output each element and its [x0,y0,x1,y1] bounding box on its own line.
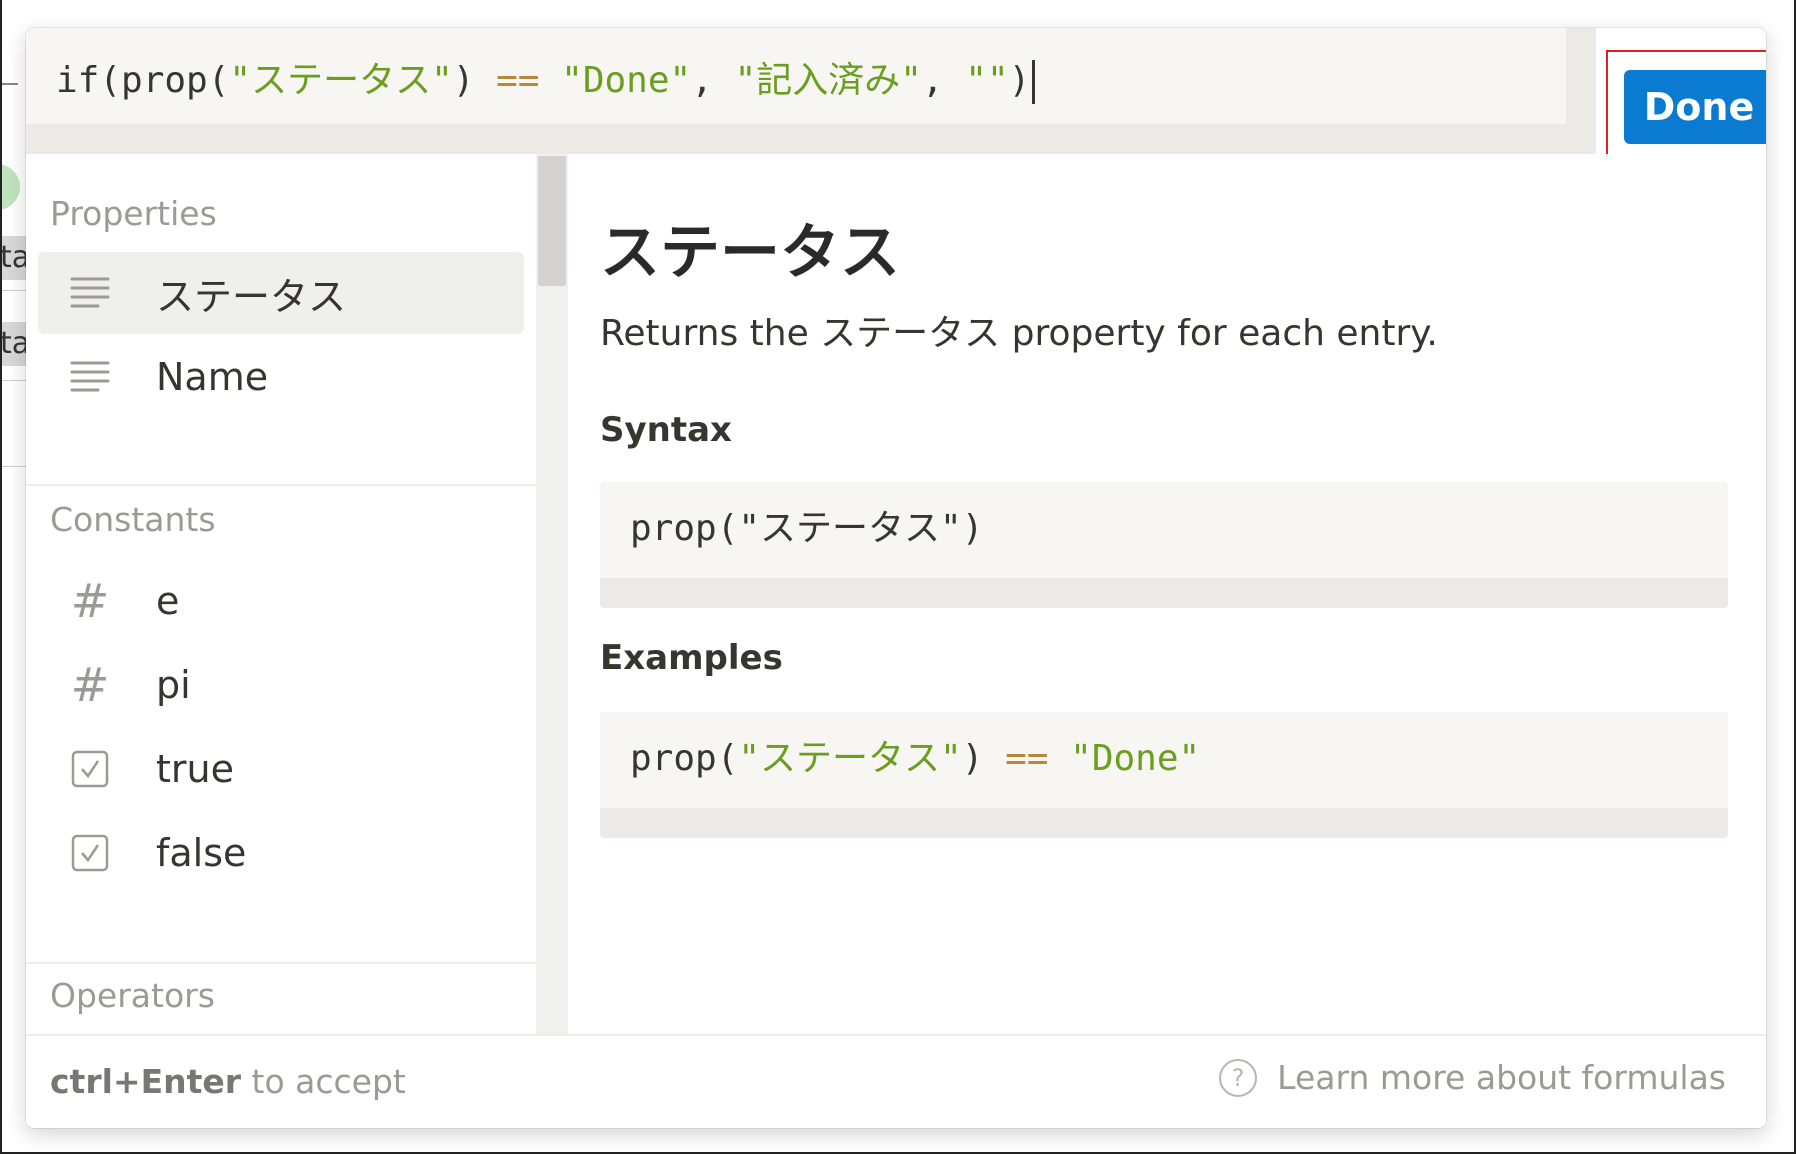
formula-horizontal-scrollbar[interactable] [26,124,1566,154]
code-token-string: "" [965,60,1009,101]
code-token-op: == [1005,738,1049,779]
list-item-label: true [156,747,234,791]
code-token-plain: prop( [630,738,739,779]
shortcut-suffix: to accept [241,1062,406,1101]
list-item-label: false [156,831,247,875]
example-code-block: prop("ステータス") == "Done" [600,712,1728,838]
code-token-string: "ステータス" [738,738,962,779]
shortcut-key: ctrl+Enter [50,1062,242,1101]
background-avatar [0,164,20,210]
learn-more-label: Learn more about formulas [1277,1058,1726,1097]
formula-vertical-scrollbar[interactable] [1566,28,1596,154]
checkbox-icon [66,745,114,793]
list-item-constant-true[interactable]: true [38,728,524,810]
list-item-label: ステータス [156,274,347,319]
formula-footer: ctrl+Enter to accept ? Learn more about … [26,1034,1766,1128]
background-divider [0,290,26,291]
background-dash [0,83,18,85]
detail-title: ステータス [600,218,900,288]
formula-input[interactable]: if(prop("ステータス") == "Done", "記入済み", "") [56,56,1036,106]
code-token-plain: ) [1008,60,1031,101]
list-item-property-name[interactable]: Name [38,336,524,418]
accept-hint: ctrl+Enter to accept [50,1062,406,1101]
code-horizontal-scrollbar[interactable] [600,578,1728,608]
example-code: prop("ステータス") == "Done" [630,734,1200,784]
help-circle-icon: ? [1219,1058,1258,1097]
list-item-constant-pi[interactable]: # pi [38,644,524,726]
reference-detail-panel: ステータス Returns the ステータス property for eac… [568,154,1766,1034]
hash-icon: # [70,574,110,628]
list-item-constant-false[interactable]: false [38,812,524,894]
background-row-fragment: ta [0,322,26,366]
background-divider [0,466,26,467]
code-horizontal-scrollbar[interactable] [600,808,1728,838]
examples-heading: Examples [600,638,783,678]
formula-input-area[interactable]: if(prop("ステータス") == "Done", "記入済み", "") [26,28,1566,154]
list-item-property-status[interactable]: ステータス [38,252,524,334]
code-token-string: "Done" [1070,738,1201,779]
list-scrollbar-track[interactable] [536,154,568,1034]
code-token-plain: ) [961,738,1006,779]
list-item-label: e [156,579,180,623]
text-lines-icon [66,269,114,317]
frame-border-left [0,0,2,1154]
list-item-label: Name [156,355,269,399]
code-token-string: "記入済み" [734,60,922,101]
text-caret [1032,60,1036,104]
code-token-plain: ) [452,60,497,101]
list-item-constant-e[interactable]: # e [38,560,524,642]
formula-reference-list: Properties ステータス Name Constants # e # pi [26,154,536,1034]
section-label-operators: Operators [50,976,215,1015]
text-lines-icon [66,353,114,401]
checkbox-icon [66,829,114,877]
syntax-code-block: prop("ステータス") [600,482,1728,608]
section-divider [26,962,536,964]
code-token-string: "ステータス" [229,60,453,101]
formula-editor-modal: if(prop("ステータス") == "Done", "記入済み", "") … [26,28,1766,1128]
list-item-label: pi [156,663,191,707]
list-scrollbar-thumb[interactable] [538,156,566,286]
syntax-code: prop("ステータス") [630,508,984,549]
section-divider [26,484,536,486]
code-token-op: == [496,60,540,101]
code-token-plain: , [921,60,966,101]
code-token-plain: , [691,60,735,101]
section-label-properties: Properties [50,194,217,233]
syntax-heading: Syntax [600,410,732,450]
section-label-constants: Constants [50,500,216,539]
background-divider [0,380,26,381]
learn-more-link[interactable]: ? Learn more about formulas [1219,1058,1726,1097]
detail-description: Returns the ステータス property for each entr… [600,313,1438,354]
code-token-string: "Done" [561,60,692,101]
code-token-plain: if(prop( [56,60,230,101]
done-button[interactable]: Done [1624,70,1766,144]
background-row-fragment: ta [0,236,26,280]
hash-icon: # [70,658,110,712]
